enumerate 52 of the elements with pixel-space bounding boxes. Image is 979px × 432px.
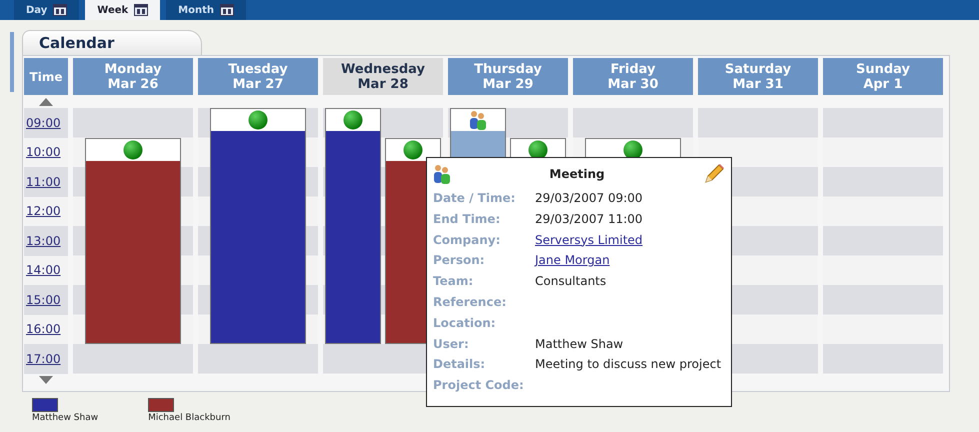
field-label: Team:: [433, 273, 474, 290]
scroll-down-icon[interactable]: [39, 376, 53, 384]
field-label: Date / Time:: [433, 190, 516, 207]
time-link[interactable]: 13:00: [24, 226, 68, 256]
field-link[interactable]: Jane Morgan: [535, 250, 725, 272]
calendar-event[interactable]: [210, 108, 306, 344]
field-value: 29/03/2007 09:00: [535, 190, 644, 207]
status-dot-icon: [123, 140, 143, 160]
view-tab[interactable]: Day: [14, 0, 80, 20]
status-dot-icon: [402, 140, 423, 160]
popup-title: Meeting: [549, 167, 605, 181]
calendar-event[interactable]: [510, 138, 566, 160]
calendar-event[interactable]: [85, 138, 181, 344]
status-dot-icon: [528, 140, 548, 160]
day-column[interactable]: [198, 108, 318, 374]
calendar-icon: [53, 4, 68, 16]
field-label: Reference:: [433, 294, 508, 311]
calendar-event[interactable]: [325, 108, 381, 344]
field-label: Company:: [433, 232, 502, 249]
field-label: Person:: [433, 252, 486, 270]
field-link[interactable]: Serversys Limited: [535, 230, 725, 250]
time-link[interactable]: 15:00: [24, 285, 68, 314]
field-label: Details:: [433, 356, 486, 374]
status-dot-icon: [248, 110, 268, 130]
time-link[interactable]: 17:00: [24, 344, 68, 374]
day-header[interactable]: Wednesday Mar 28: [323, 58, 443, 95]
field-value: Meeting to discuss new project: [535, 356, 722, 374]
people-icon: [468, 110, 487, 130]
status-dot-icon: [623, 140, 643, 160]
field-label: End Time:: [433, 210, 502, 228]
day-column[interactable]: [73, 108, 193, 374]
field-label: Location:: [433, 314, 497, 332]
field-label: User:: [433, 336, 470, 353]
field-value: 29/03/2007 11:00: [535, 210, 644, 228]
legend-label: Michael Blackburn: [148, 412, 230, 422]
calendar-tab[interactable]: Calendar: [22, 30, 202, 55]
view-tab[interactable]: Week: [85, 0, 160, 20]
scroll-up-icon[interactable]: [39, 98, 53, 106]
people-icon: [433, 164, 451, 184]
pencil-icon[interactable]: [702, 163, 725, 185]
calendar-icon: [134, 4, 148, 16]
time-link[interactable]: 09:00: [24, 108, 68, 138]
time-link[interactable]: 11:00: [24, 167, 68, 196]
time-header: Time: [24, 58, 68, 95]
field-label: Project Code:: [433, 377, 525, 394]
calendar-icon: [220, 4, 234, 16]
field-value: Consultants: [535, 273, 608, 290]
calendar-event[interactable]: [585, 138, 681, 160]
field-value: Matthew Shaw: [535, 336, 624, 353]
status-dot-icon: [342, 110, 363, 130]
view-tab[interactable]: Month: [166, 0, 246, 20]
legend-label: Matthew Shaw: [32, 412, 98, 422]
